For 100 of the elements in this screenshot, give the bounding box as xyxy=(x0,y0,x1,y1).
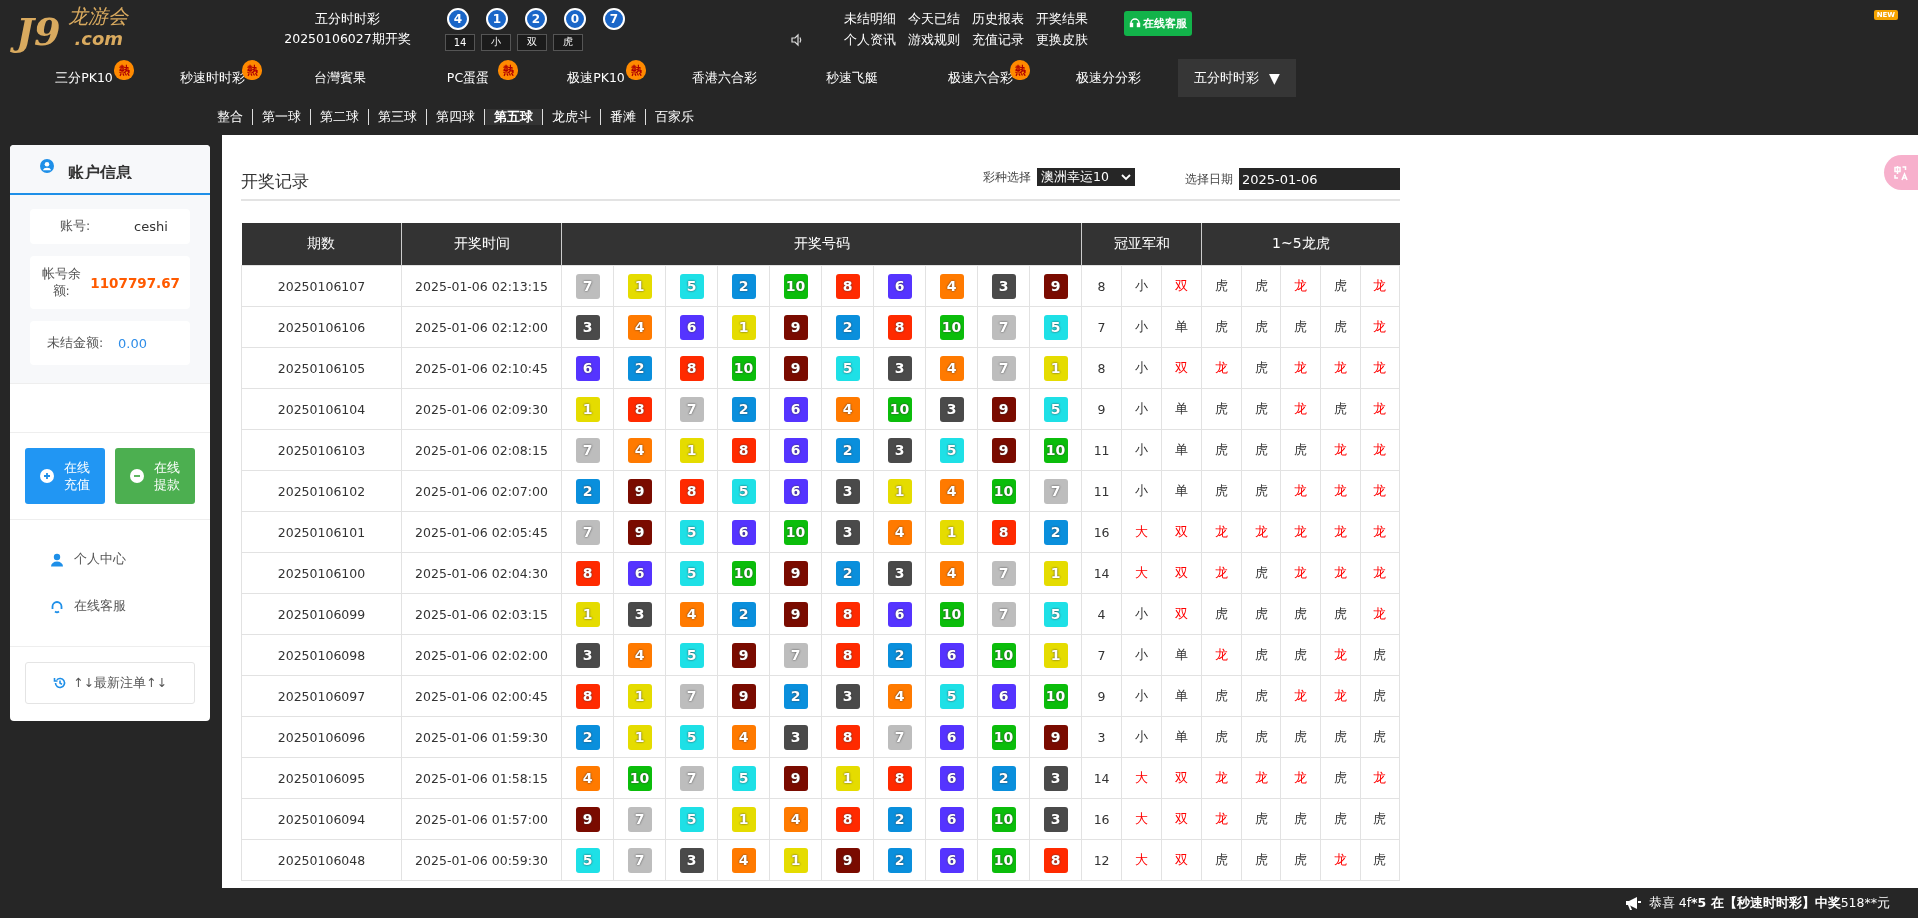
nav-tab[interactable]: PC蛋蛋 熱 xyxy=(404,59,532,97)
table-cell: 单 xyxy=(1161,634,1202,676)
sub-tab[interactable]: 番滩 xyxy=(600,108,645,125)
result-tag: 双 xyxy=(517,33,547,51)
menu-item[interactable]: 个人中心 xyxy=(10,536,210,583)
logo-name: 龙游会 xyxy=(68,4,130,28)
headset-icon xyxy=(50,599,64,614)
field-label: 彩种选择 xyxy=(983,168,1032,186)
header-link[interactable]: 未结明细 xyxy=(844,9,896,28)
table-cell: 2025-01-06 02:09:30 xyxy=(401,388,562,430)
table-cell: 虎 xyxy=(1320,388,1360,430)
date-field[interactable]: 2025-01-06 xyxy=(1239,168,1400,190)
table-cell: 龙 xyxy=(1360,552,1400,594)
sub-tab[interactable]: 第五球 xyxy=(484,108,542,125)
table-cell: 2025-01-06 00:59:30 xyxy=(401,839,562,881)
table-cell: 虎 xyxy=(1241,388,1281,430)
table-cell: 龙 xyxy=(1201,798,1242,840)
sub-tab[interactable]: 第一球 xyxy=(252,108,310,125)
translate-icon xyxy=(1893,164,1909,181)
sub-tab[interactable]: 龙虎斗 xyxy=(542,108,600,125)
hot-badge: 熱 xyxy=(498,60,518,80)
table-cell: 小 xyxy=(1121,593,1162,635)
minus-icon xyxy=(129,469,144,483)
field-label: 未结金额: xyxy=(45,334,105,352)
table-cell: 虎 xyxy=(1320,593,1360,635)
nav-tab[interactable]: 秒速飞艇 xyxy=(788,59,916,97)
table-cell: 虎 xyxy=(1280,593,1321,635)
table-cell: 虎 xyxy=(1241,265,1281,307)
table-cell: 虎 xyxy=(1241,429,1281,471)
table-cell: 龙 xyxy=(1201,347,1242,389)
table-cell: 龙 xyxy=(1360,306,1400,348)
table-cell: 龙 xyxy=(1360,429,1400,471)
table-cell: 虎 xyxy=(1280,839,1321,881)
table-cell: 单 xyxy=(1161,675,1202,717)
nav-tab[interactable]: 极速分分彩 xyxy=(1044,59,1172,97)
lottery-ball: 2 xyxy=(525,7,547,30)
header-link[interactable]: 今天已结 xyxy=(908,9,960,28)
table-cell: 小 xyxy=(1121,675,1162,717)
nav-tab[interactable]: 极速PK10 熱 xyxy=(532,59,660,97)
table-cell: 双 xyxy=(1161,511,1202,553)
header-link[interactable]: 历史报表 xyxy=(972,9,1024,28)
logo-domain: .com xyxy=(73,28,125,50)
table-cell: 虎 xyxy=(1320,265,1360,307)
sub-tab[interactable]: 百家乐 xyxy=(645,108,703,125)
lottery-ball: 1 xyxy=(486,7,508,30)
lottery-select[interactable]: 澳洲幸运10 xyxy=(1037,168,1135,186)
table-cell: 龙 xyxy=(1280,757,1321,799)
table-cell: 虎 xyxy=(1201,593,1242,635)
table-cell: 虎 xyxy=(1280,306,1321,348)
table-cell: 龙 xyxy=(1360,511,1400,553)
sub-tab[interactable]: 第三球 xyxy=(368,108,426,125)
table-cell: 龙 xyxy=(1320,839,1360,881)
table-cell: 虎 xyxy=(1201,388,1242,430)
table-cell: 20250106095 xyxy=(241,757,402,799)
result-tag: 虎 xyxy=(553,33,583,51)
table-cell: 双 xyxy=(1161,347,1202,389)
sub-tab[interactable]: 整合 xyxy=(215,108,252,125)
field-label: 选择日期 xyxy=(1185,170,1233,188)
table-cell: 2025-01-06 02:05:45 xyxy=(401,511,562,553)
table-cell: 20250106098 xyxy=(241,634,402,676)
recent-bets-button[interactable]: ↑↓最新注单↑↓ xyxy=(25,662,195,704)
header-link[interactable]: 游戏规则 xyxy=(908,30,960,49)
result-tag: 小 xyxy=(481,33,511,51)
megaphone-icon xyxy=(1624,895,1643,911)
table-cell: 龙 xyxy=(1320,470,1360,512)
table-cell: 龙 xyxy=(1320,675,1360,717)
table-cell: 虎 xyxy=(1320,757,1360,799)
menu-item[interactable]: 在线客服 xyxy=(10,583,210,630)
nav-tab[interactable]: 三分PK10 熱 xyxy=(20,59,148,97)
header-link[interactable]: 更换皮肤 xyxy=(1036,30,1088,49)
announcement-text: 恭喜 4f*5 在【秒速时时彩】中奖518**元 xyxy=(1648,894,1890,912)
page-title: 开奖记录 xyxy=(241,169,309,193)
table-cell: 虎 xyxy=(1280,716,1321,758)
header-link[interactable]: 充值记录 xyxy=(972,30,1024,49)
draw-issue: 20250106027期开奖 xyxy=(283,30,412,48)
table-cell: 8 xyxy=(1081,347,1122,389)
table-cell: 双 xyxy=(1161,798,1202,840)
table-cell: 双 xyxy=(1161,265,1202,307)
table-cell: 小 xyxy=(1121,388,1162,430)
nav-tab[interactable]: 五分时时彩 ▼ xyxy=(1178,59,1296,97)
table-cell: 小 xyxy=(1121,306,1162,348)
sub-tab[interactable]: 第二球 xyxy=(310,108,368,125)
table-cell: 小 xyxy=(1121,429,1162,471)
table-cell: 12 xyxy=(1081,839,1122,881)
header-link[interactable]: 个人资讯 xyxy=(844,30,896,49)
nav-tab[interactable]: 香港六合彩 xyxy=(660,59,788,97)
table-cell: 20250106099 xyxy=(241,593,402,635)
game-name: 五分时时彩 xyxy=(314,10,381,28)
headset-icon xyxy=(1129,17,1141,29)
header-link[interactable]: 开奖结果 xyxy=(1036,9,1088,28)
table-cell: 20250106102 xyxy=(241,470,402,512)
table-cell: 虎 xyxy=(1280,429,1321,471)
table-cell: 2025-01-06 02:13:15 xyxy=(401,265,562,307)
nav-tab[interactable]: 台灣賓果 xyxy=(276,59,404,97)
table-cell: 虎 xyxy=(1241,716,1281,758)
table-cell: 虎 xyxy=(1201,470,1242,512)
table-cell: 2025-01-06 02:02:00 xyxy=(401,634,562,676)
table-cell: 虎 xyxy=(1241,839,1281,881)
lottery-ball: 0 xyxy=(564,7,586,30)
speaker-icon xyxy=(790,33,804,47)
